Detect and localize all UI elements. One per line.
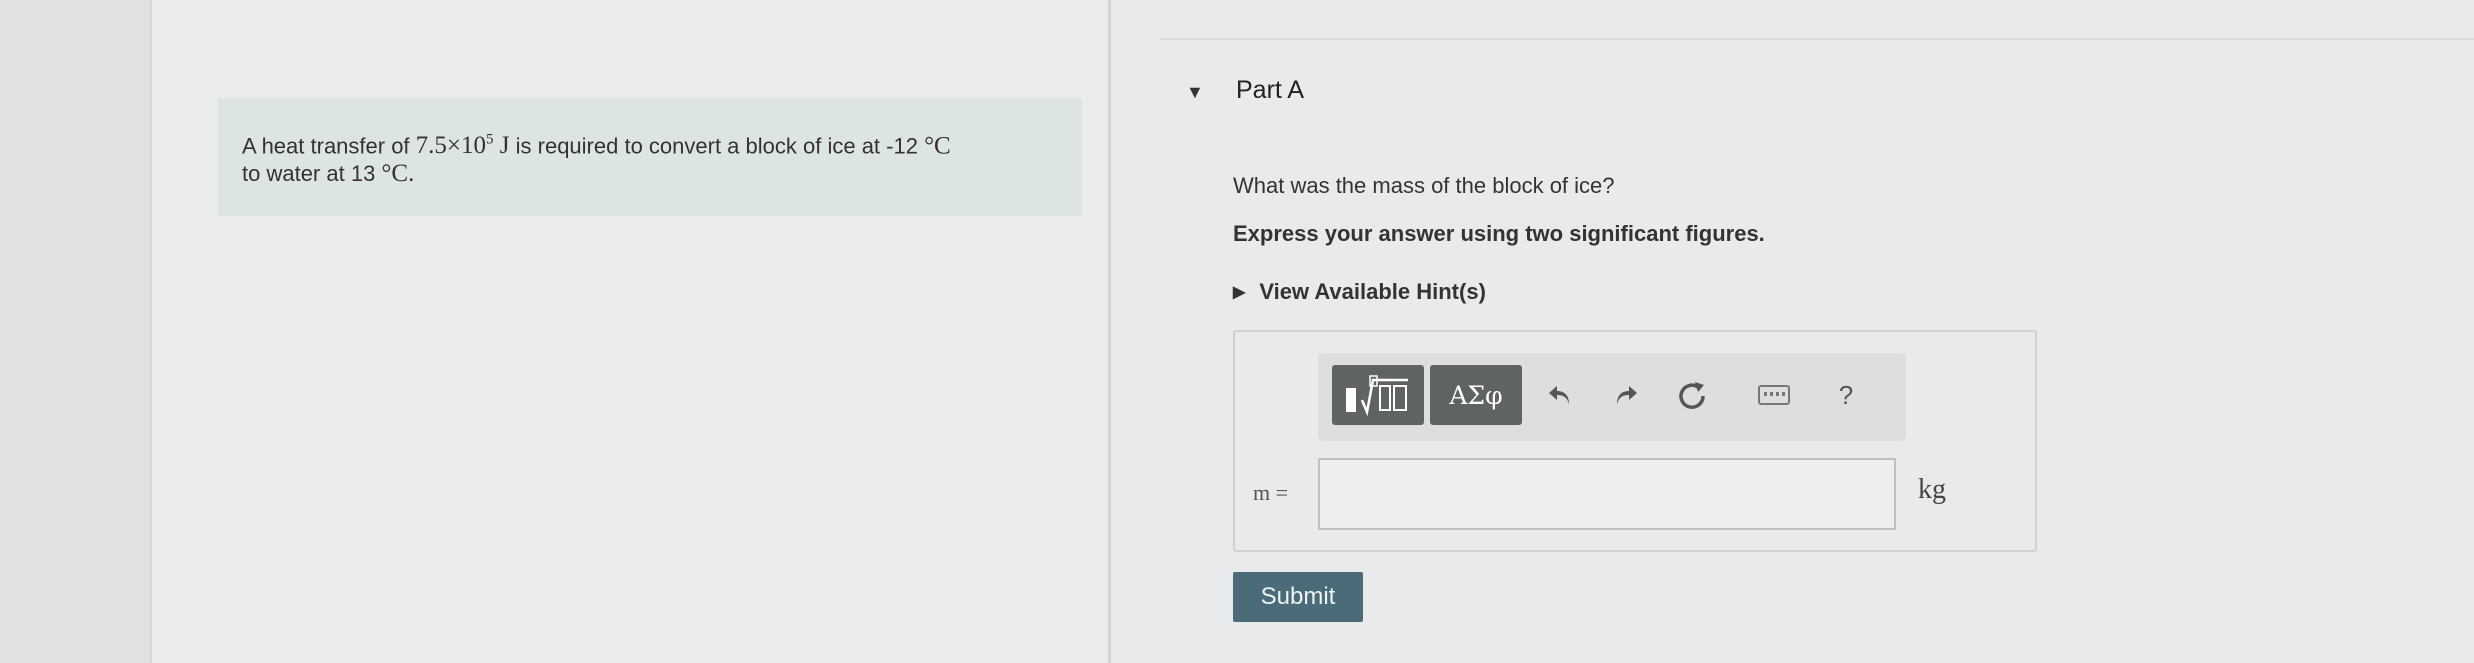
energy-unit: J [493, 132, 510, 160]
energy-value: 7.5×105 J [416, 132, 510, 159]
redo-icon[interactable] [1608, 377, 1644, 413]
templates-icon [1346, 375, 1408, 417]
energy-mantissa: 7.5 [415, 132, 447, 160]
answer-variable-label: m = [1253, 480, 1289, 505]
hint-expand-icon: ▶ [1233, 284, 1246, 301]
greek-symbols-button[interactable]: ΑΣφ [1430, 365, 1522, 425]
submit-button[interactable]: Submit [1233, 572, 1363, 622]
view-hints-link[interactable]: ▶ View Available Hint(s) [1233, 279, 1486, 305]
hint-label: View Available Hint(s) [1259, 279, 1486, 304]
part-title: Part A [1236, 76, 1305, 104]
problem-period: . [408, 160, 415, 188]
energy-exponent: 5 [486, 132, 494, 148]
keyboard-icon-shape [1758, 385, 1790, 405]
answer-input[interactable] [1318, 458, 1896, 530]
help-button[interactable]: ? [1828, 377, 1864, 413]
answer-unit-label: kg [1918, 474, 1946, 505]
question-text: What was the mass of the block of ice? [1233, 173, 1615, 198]
keyboard-icon[interactable] [1756, 377, 1792, 413]
instruction-text: Express your answer using two significan… [1233, 221, 1765, 246]
temp1-unit: °C [924, 132, 951, 160]
left-margin [0, 0, 150, 663]
problem-text-middle: is required to convert a block of ice at… [509, 133, 925, 159]
reset-icon[interactable] [1674, 377, 1710, 413]
problem-text-line2: to water at 13 [242, 161, 382, 187]
problem-statement: A heat transfer of 7.5×105 J is required… [218, 98, 1082, 216]
math-toolbar: ΑΣφ ? [1318, 353, 1906, 441]
problem-text-before: A heat transfer of [242, 133, 416, 159]
temp2-unit: °C [381, 160, 409, 188]
part-collapse-toggle-icon[interactable]: ▼ [1186, 82, 1204, 103]
part-top-border [1160, 38, 2474, 40]
undo-icon[interactable] [1542, 377, 1578, 413]
energy-times: ×10 [446, 132, 487, 160]
templates-button[interactable] [1332, 365, 1424, 425]
